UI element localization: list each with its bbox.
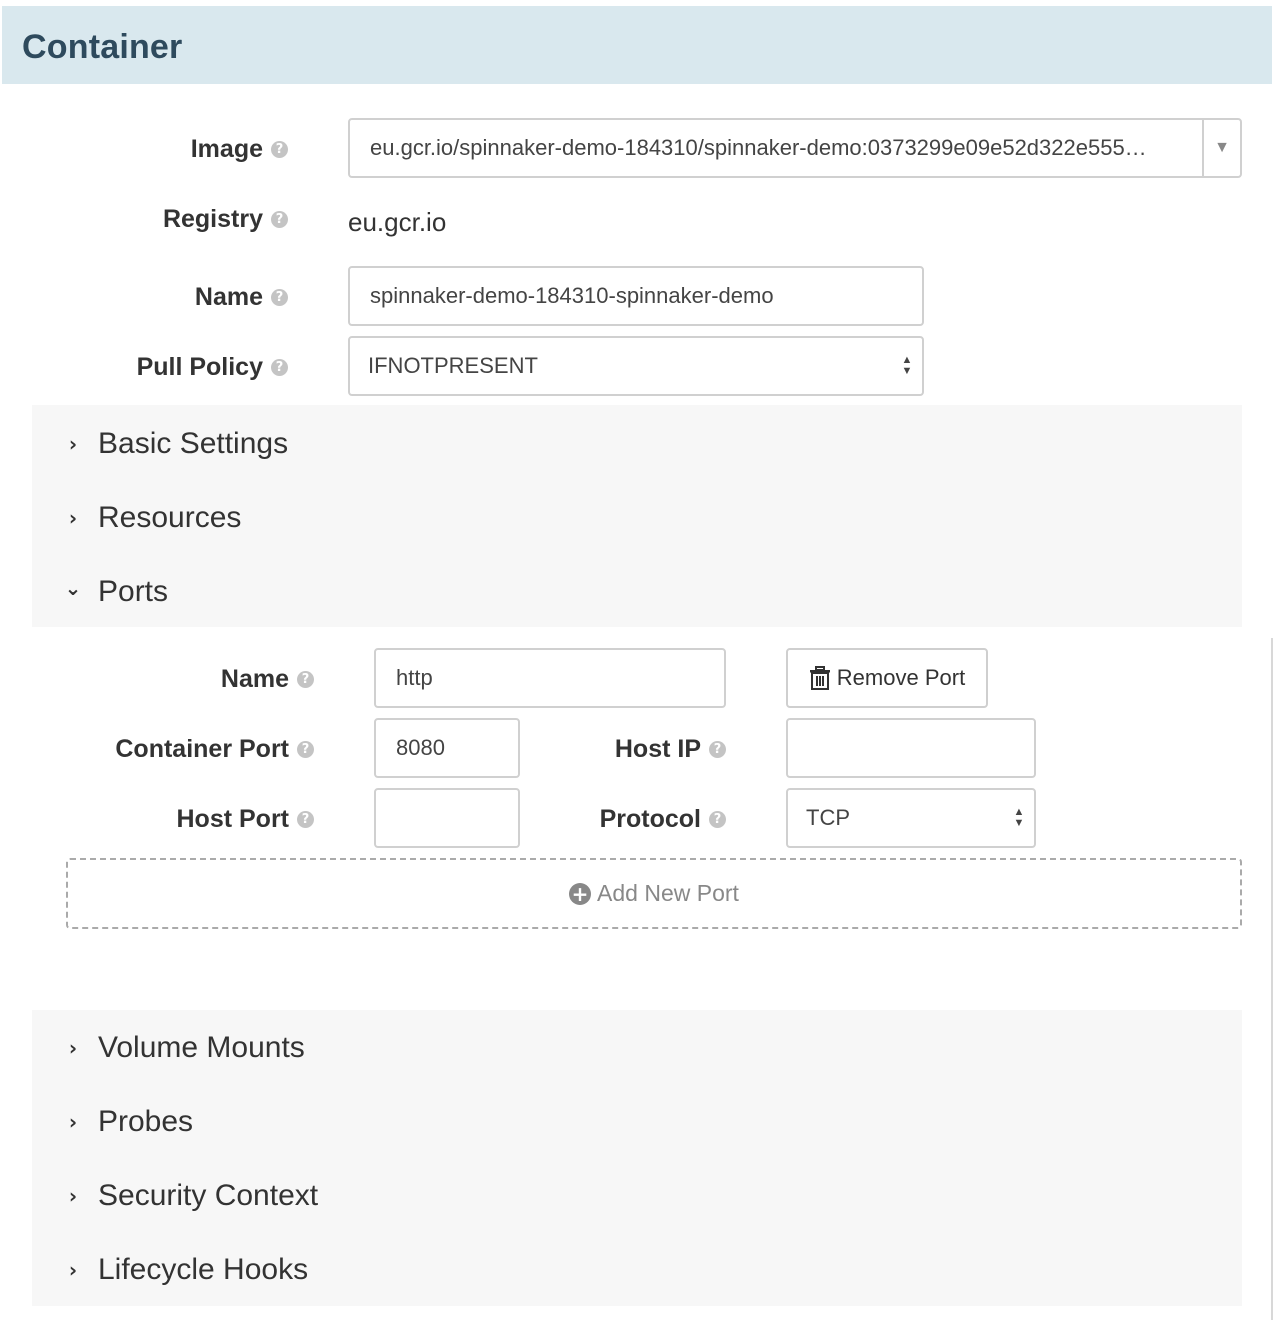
section-ports[interactable]: ⌄ Ports	[62, 570, 168, 614]
image-value: eu.gcr.io/spinnaker-demo-184310/spinnake…	[370, 135, 1147, 160]
port-name-label: Name?	[100, 659, 314, 699]
select-arrows-icon: ▲ ▼	[1013, 806, 1025, 829]
section-resources[interactable]: › Resources	[62, 496, 242, 540]
container-header: Container	[2, 6, 1272, 84]
name-label: Name?	[100, 277, 288, 317]
section-security-context[interactable]: › Security Context	[62, 1174, 318, 1218]
help-icon[interactable]: ?	[709, 810, 726, 828]
host-ip-label: Host IP?	[540, 729, 726, 769]
registry-value: eu.gcr.io	[348, 207, 447, 237]
container-port-input[interactable]: 8080	[374, 718, 520, 778]
pull-policy-select[interactable]: IFNOTPRESENT ▲ ▼	[348, 336, 924, 396]
port-name-input[interactable]: http	[374, 648, 726, 708]
help-icon[interactable]: ?	[297, 670, 314, 688]
name-input[interactable]: spinnaker-demo-184310-spinnaker-demo	[348, 266, 924, 326]
page-title: Container	[22, 28, 183, 66]
host-port-label: Host Port?	[100, 799, 314, 839]
chevron-right-icon: ›	[68, 1184, 78, 1208]
section-probes[interactable]: › Probes	[62, 1100, 193, 1144]
help-icon[interactable]: ?	[297, 740, 314, 758]
protocol-label: Protocol?	[540, 799, 726, 839]
host-port-input[interactable]	[374, 788, 520, 848]
help-icon[interactable]: ?	[271, 288, 288, 306]
plus-circle-icon: +	[569, 882, 592, 905]
remove-port-button[interactable]: Remove Port	[786, 648, 988, 708]
help-icon[interactable]: ?	[271, 140, 288, 158]
container-port-label: Container Port?	[60, 729, 314, 769]
help-icon[interactable]: ?	[709, 740, 726, 758]
section-volume-mounts[interactable]: › Volume Mounts	[62, 1026, 305, 1070]
chevron-right-icon: ›	[68, 432, 78, 456]
chevron-right-icon: ›	[68, 506, 78, 530]
chevron-right-icon: ›	[68, 1036, 78, 1060]
dropdown-arrow-icon[interactable]: ▼	[1202, 120, 1240, 176]
image-combobox[interactable]: eu.gcr.io/spinnaker-demo-184310/spinnake…	[348, 118, 1242, 178]
panel-border	[1271, 638, 1273, 1320]
host-ip-input[interactable]	[786, 718, 1036, 778]
add-new-port-button[interactable]: + Add New Port	[66, 858, 1242, 929]
help-icon[interactable]: ?	[271, 358, 288, 376]
chevron-down-icon: ⌄	[64, 576, 82, 600]
section-basic-settings[interactable]: › Basic Settings	[62, 422, 288, 466]
section-lifecycle-hooks[interactable]: › Lifecycle Hooks	[62, 1248, 308, 1292]
pull-policy-label: Pull Policy?	[100, 347, 288, 387]
protocol-select[interactable]: TCP ▲ ▼	[786, 788, 1036, 848]
image-label: Image?	[100, 129, 288, 169]
chevron-right-icon: ›	[68, 1258, 78, 1282]
help-icon[interactable]: ?	[297, 810, 314, 828]
select-arrows-icon: ▲ ▼	[901, 354, 913, 377]
chevron-right-icon: ›	[68, 1110, 78, 1134]
trash-icon	[809, 666, 830, 690]
registry-label: Registry?	[100, 199, 288, 239]
help-icon[interactable]: ?	[271, 210, 288, 228]
